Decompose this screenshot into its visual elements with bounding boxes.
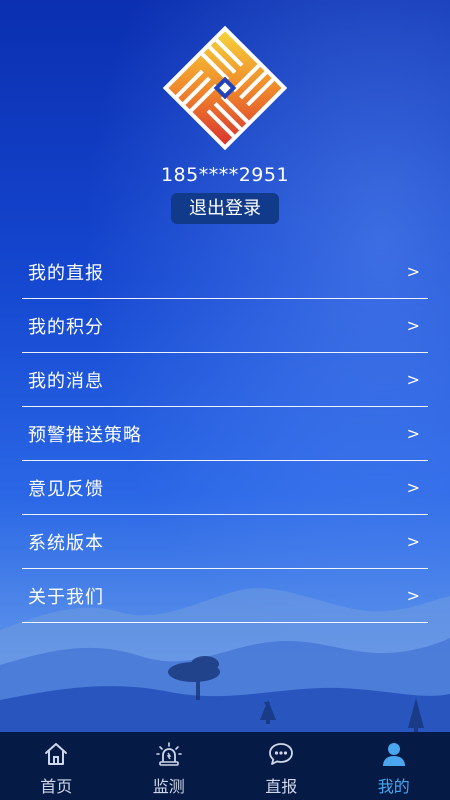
tab-mine[interactable]: 我的	[338, 732, 450, 800]
menu-item-label: 系统版本	[28, 532, 104, 554]
menu-item-label: 关于我们	[28, 586, 104, 608]
menu-item-alert-push-strategy[interactable]: 预警推送策略 >	[22, 407, 428, 461]
app-logo	[162, 25, 288, 151]
chat-icon	[269, 743, 294, 765]
chevron-right-icon: >	[406, 478, 420, 497]
menu-item-my-messages[interactable]: 我的消息 >	[22, 353, 428, 407]
profile-header: 185****2951 退出登录	[0, 0, 450, 240]
tab-monitor[interactable]: 监测	[113, 732, 226, 800]
logout-button[interactable]: 退出登录	[171, 193, 279, 224]
menu-item-label: 意见反馈	[28, 478, 104, 500]
tab-direct-report[interactable]: 直报	[225, 732, 338, 800]
menu-item-feedback[interactable]: 意见反馈 >	[22, 461, 428, 515]
menu-item-label: 我的消息	[28, 370, 104, 392]
chevron-right-icon: >	[406, 262, 420, 281]
tab-label: 直报	[265, 777, 298, 796]
user-icon	[382, 743, 405, 766]
chevron-right-icon: >	[406, 316, 420, 335]
home-icon	[45, 743, 68, 765]
menu-item-system-version[interactable]: 系统版本 >	[22, 515, 428, 569]
menu-item-label: 我的直报	[28, 262, 104, 284]
bottom-tab-bar: 首页 监测 直报 我的	[0, 732, 450, 800]
settings-menu: 我的直报 > 我的积分 > 我的消息 > 预警推送策略 > 意见反馈 > 系统版…	[22, 245, 428, 623]
tab-label: 监测	[152, 777, 185, 796]
phone-number: 185****2951	[160, 164, 290, 186]
menu-item-my-reports[interactable]: 我的直报 >	[22, 245, 428, 299]
menu-item-my-points[interactable]: 我的积分 >	[22, 299, 428, 353]
chevron-right-icon: >	[406, 586, 420, 605]
tab-home[interactable]: 首页	[0, 732, 113, 800]
chevron-right-icon: >	[406, 532, 420, 551]
chevron-right-icon: >	[406, 370, 420, 389]
menu-item-about-us[interactable]: 关于我们 >	[22, 569, 428, 623]
menu-item-label: 我的积分	[28, 316, 104, 338]
chevron-right-icon: >	[406, 424, 420, 443]
tab-label: 我的	[377, 777, 410, 796]
menu-item-label: 预警推送策略	[28, 424, 142, 446]
alarm-icon	[155, 742, 182, 766]
tab-label: 首页	[40, 777, 73, 796]
